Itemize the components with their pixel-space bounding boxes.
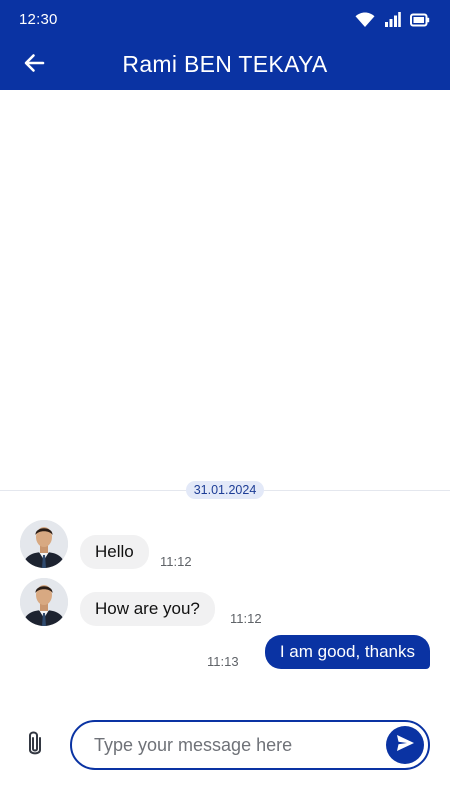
- contact-name[interactable]: Rami BEN TEKAYA: [0, 51, 450, 78]
- message-composer: [0, 718, 450, 774]
- message-input[interactable]: [94, 732, 374, 758]
- message-time: 11:12: [230, 611, 262, 626]
- contact-photo: [20, 578, 68, 626]
- attach-button[interactable]: [20, 730, 50, 762]
- status-bar: 12:30: [0, 0, 450, 38]
- message-time: 11:12: [160, 554, 192, 569]
- send-icon: [395, 733, 415, 758]
- date-divider: 31.01.2024: [0, 481, 450, 499]
- messages-list[interactable]: 31.01.2024 Hello 11:12 How are you? 11:1…: [0, 90, 450, 710]
- chat-screen: 12:30 Rami BEN TEKAYA 31.01.2024 Hello 1…: [0, 0, 450, 800]
- date-label: 31.01.2024: [186, 481, 264, 499]
- app-bar: Rami BEN TEKAYA: [0, 38, 450, 90]
- status-icons: [355, 11, 430, 28]
- battery-icon: [410, 13, 430, 27]
- message-bubble-incoming[interactable]: How are you?: [80, 592, 215, 626]
- send-button[interactable]: [386, 726, 424, 764]
- paperclip-icon: [25, 729, 45, 764]
- wifi-icon: [355, 11, 375, 28]
- contact-photo: [20, 520, 68, 568]
- status-time: 12:30: [19, 11, 58, 28]
- message-bubble-outgoing[interactable]: I am good, thanks: [264, 635, 430, 669]
- message-bubble-incoming[interactable]: Hello: [80, 535, 149, 569]
- message-input-wrapper: [70, 720, 430, 770]
- signal-icon: [384, 11, 401, 28]
- message-time: 11:13: [207, 654, 239, 669]
- avatar[interactable]: [20, 578, 68, 626]
- avatar[interactable]: [20, 520, 68, 568]
